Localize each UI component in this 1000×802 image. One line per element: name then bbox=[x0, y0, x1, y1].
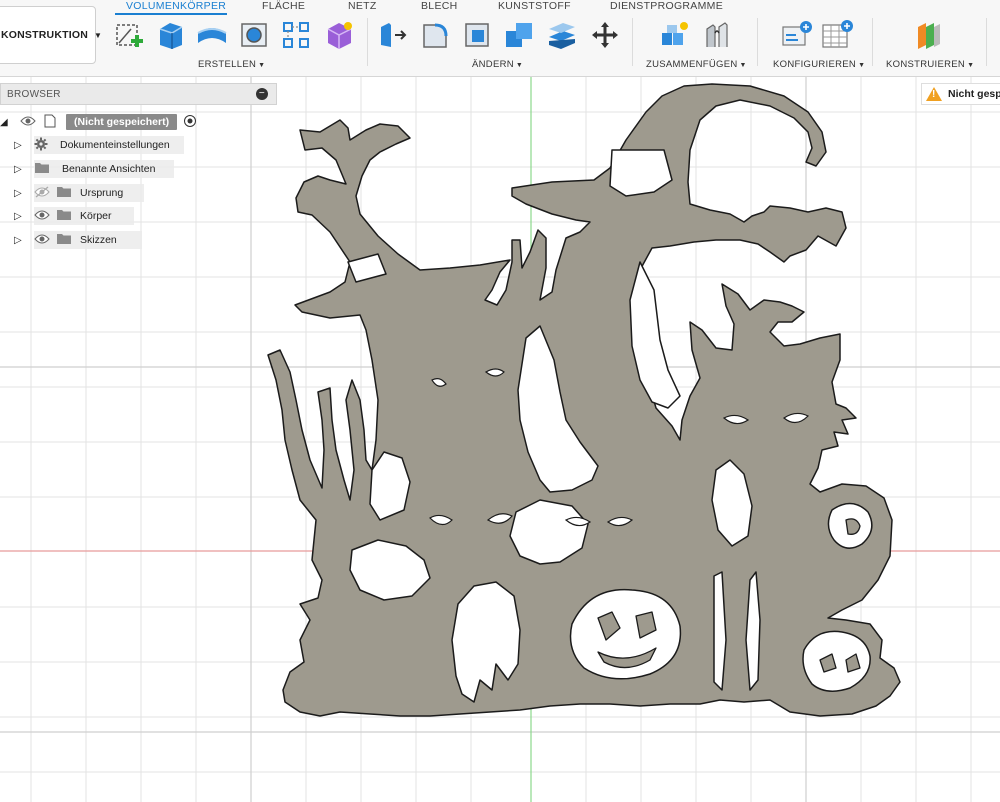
tab-blech[interactable]: BLECH bbox=[421, 0, 458, 12]
joint-button[interactable] bbox=[700, 18, 734, 52]
sketch-icon bbox=[116, 24, 143, 47]
form-icon bbox=[327, 22, 352, 49]
viewport-canvas[interactable] bbox=[0, 77, 1000, 802]
pattern-icon bbox=[283, 22, 309, 48]
group-label-create[interactable]: ERSTELLEN ▼ bbox=[198, 59, 265, 70]
warning-icon: ! bbox=[926, 87, 942, 101]
joint-icon bbox=[706, 22, 728, 47]
browser-item-benannte-ansichten[interactable]: ▷ Benannte Ansichten bbox=[14, 159, 155, 179]
group-label-modify[interactable]: ÄNDERN ▼ bbox=[472, 59, 523, 70]
move-copy-button[interactable] bbox=[588, 18, 622, 52]
combine-icon bbox=[506, 23, 532, 47]
browser-item-label: Skizzen bbox=[80, 234, 117, 246]
chevron-down-icon: ▼ bbox=[93, 30, 103, 40]
chevron-right-icon[interactable]: ▷ bbox=[14, 235, 28, 246]
press-pull-button[interactable] bbox=[376, 18, 410, 52]
new-component-button[interactable] bbox=[657, 18, 691, 52]
browser-root-row[interactable]: ◢ (Nicht gespeichert) bbox=[0, 112, 197, 132]
active-tab-indicator bbox=[115, 13, 227, 15]
new-component-icon bbox=[662, 22, 688, 45]
eye-icon[interactable] bbox=[34, 209, 50, 224]
press-pull-icon bbox=[381, 23, 407, 47]
collapse-icon[interactable]: − bbox=[256, 88, 268, 100]
toolbar-divider bbox=[986, 18, 987, 66]
combine-button[interactable] bbox=[502, 18, 536, 52]
configure-button[interactable] bbox=[780, 18, 814, 52]
fillet-button[interactable] bbox=[418, 18, 452, 52]
create-form-button[interactable] bbox=[322, 18, 356, 52]
offset-face-button[interactable] bbox=[545, 18, 579, 52]
revolve-button[interactable] bbox=[195, 18, 229, 52]
configuration-table-button[interactable] bbox=[820, 18, 854, 52]
revolve-icon bbox=[197, 28, 227, 43]
chevron-right-icon[interactable]: ▷ bbox=[14, 211, 28, 222]
chevron-right-icon[interactable]: ▷ bbox=[14, 188, 28, 199]
extrude-icon bbox=[159, 23, 183, 49]
browser-item-ursprung[interactable]: ▷ Ursprung bbox=[14, 183, 123, 203]
viewport-scene bbox=[0, 77, 1000, 802]
group-label-construct[interactable]: KONSTRUIEREN ▼ bbox=[886, 59, 974, 70]
gear-icon bbox=[34, 137, 48, 154]
document-icon bbox=[42, 113, 58, 132]
chevron-down-icon[interactable]: ◢ bbox=[0, 117, 14, 128]
group-label-configure[interactable]: KONFIGURIEREN ▼ bbox=[773, 59, 865, 70]
table-icon bbox=[822, 20, 853, 48]
toolbar-divider bbox=[367, 18, 368, 66]
folder-icon bbox=[56, 232, 72, 248]
offset-plane-icon bbox=[918, 23, 940, 49]
tab-dienstprogramme[interactable]: DIENSTPROGRAMME bbox=[610, 0, 723, 12]
browser-item-koerper[interactable]: ▷ Körper bbox=[14, 206, 112, 226]
browser-item-label: Körper bbox=[80, 210, 112, 222]
shell-button[interactable] bbox=[460, 18, 494, 52]
tab-volumenkoerper[interactable]: VOLUMENKÖRPER bbox=[126, 0, 226, 12]
pattern-button[interactable] bbox=[279, 18, 313, 52]
toolbar-divider bbox=[632, 18, 633, 66]
construct-plane-button[interactable] bbox=[912, 18, 946, 52]
folder-icon bbox=[56, 185, 72, 201]
toolbar-divider bbox=[757, 18, 758, 66]
workspace-label: KONSTRUKTION bbox=[1, 29, 88, 41]
folder-icon bbox=[34, 161, 50, 177]
tab-netz[interactable]: NETZ bbox=[348, 0, 377, 12]
tab-flaeche[interactable]: FLÄCHE bbox=[262, 0, 305, 12]
browser-item-skizzen[interactable]: ▷ Skizzen bbox=[14, 230, 117, 250]
activate-radio-icon[interactable] bbox=[183, 114, 197, 131]
fillet-icon bbox=[423, 23, 448, 48]
eye-hidden-icon[interactable] bbox=[34, 186, 50, 201]
browser-title: BROWSER bbox=[7, 88, 61, 100]
hole-button[interactable] bbox=[237, 18, 271, 52]
workspace-switcher[interactable]: KONSTRUKTION ▼ bbox=[0, 6, 102, 64]
shell-icon bbox=[465, 23, 489, 47]
browser-panel-header[interactable]: BROWSER − bbox=[0, 83, 277, 105]
create-sketch-button[interactable] bbox=[112, 18, 146, 52]
chevron-right-icon[interactable]: ▷ bbox=[14, 164, 28, 175]
browser-item-label: Ursprung bbox=[80, 187, 124, 199]
extrude-button[interactable] bbox=[153, 18, 187, 52]
group-label-assemble[interactable]: ZUSAMMENFÜGEN ▼ bbox=[646, 59, 747, 70]
folder-icon bbox=[56, 208, 72, 224]
browser-item-label: Dokumenteinstellungen bbox=[60, 139, 170, 151]
not-saved-warning[interactable]: ! Nicht gesp bbox=[921, 83, 1000, 105]
browser-root-label: (Nicht gespeichert) bbox=[66, 114, 178, 130]
browser-item-label: Benannte Ansichten bbox=[62, 163, 156, 175]
move-icon bbox=[592, 22, 618, 48]
warning-text: Nicht gesp bbox=[948, 88, 1000, 100]
eye-icon[interactable] bbox=[20, 115, 36, 130]
configure-icon bbox=[782, 21, 812, 46]
offset-face-icon bbox=[549, 23, 575, 49]
tab-kunststoff[interactable]: KUNSTSTOFF bbox=[498, 0, 571, 12]
chevron-right-icon[interactable]: ▷ bbox=[14, 140, 28, 151]
eye-icon[interactable] bbox=[34, 233, 50, 248]
toolbar-divider bbox=[872, 18, 873, 66]
browser-item-dokumenteinstellungen[interactable]: ▷ Dokumenteinstellungen bbox=[14, 135, 170, 155]
toolbar: KONSTRUKTION ▼ VOLUMENKÖRPER FLÄCHE NETZ… bbox=[0, 0, 1000, 77]
hole-icon bbox=[241, 23, 267, 47]
